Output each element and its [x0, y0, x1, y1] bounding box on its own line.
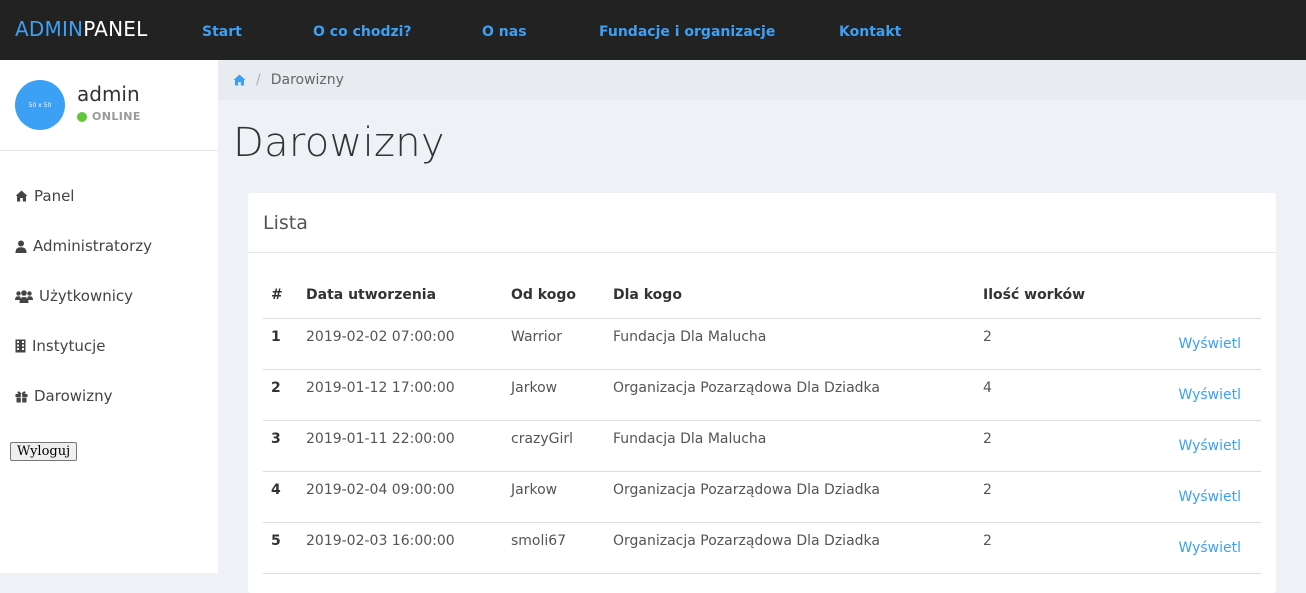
- cell-from: crazyGirl: [503, 420, 605, 472]
- sidebar-item-instytucje[interactable]: Instytucje: [15, 336, 106, 356]
- cell-date: 2019-01-12 17:00:00: [298, 369, 503, 421]
- cell-action: Wyświetl: [1125, 369, 1261, 421]
- sidebar-item-uzytkownicy[interactable]: Użytkownicy: [15, 286, 133, 306]
- view-link[interactable]: Wyświetl: [1178, 438, 1241, 454]
- cell-number: 2: [263, 369, 298, 421]
- nav-link-o-nas[interactable]: O nas: [482, 23, 527, 41]
- cell-action: Wyświetl: [1125, 318, 1261, 370]
- user-status: ONLINE: [77, 110, 141, 124]
- avatar: 50 x 50: [15, 80, 65, 130]
- table-row: 1 2019-02-02 07:00:00 Warrior Fundacja D…: [263, 318, 1261, 370]
- cell-to: Organizacja Pozarządowa Dla Dziadka: [605, 369, 975, 421]
- home-icon: [15, 190, 28, 202]
- cell-bags: 2: [975, 420, 1125, 472]
- cell-to: Fundacja Dla Malucha: [605, 318, 975, 370]
- view-link[interactable]: Wyświetl: [1178, 489, 1241, 505]
- cell-number: 1: [263, 318, 298, 370]
- breadcrumb: / Darowizny: [218, 60, 1306, 100]
- logout-button[interactable]: Wyloguj: [10, 442, 78, 461]
- nav-link-fundacje[interactable]: Fundacje i organizacje: [599, 23, 775, 41]
- breadcrumb-current: Darowizny: [270, 72, 344, 88]
- users-icon: [15, 289, 33, 303]
- user-name: admin: [77, 82, 140, 106]
- sidebar-item-label: Administratorzy: [33, 237, 153, 255]
- brand-part-panel: PANEL: [83, 17, 148, 41]
- cell-number: 4: [263, 471, 298, 523]
- sidebar-item-label: Użytkownicy: [39, 287, 134, 305]
- online-dot-icon: [77, 112, 87, 122]
- home-icon[interactable]: [233, 74, 246, 86]
- cell-from: Warrior: [503, 318, 605, 370]
- column-header-action: [1125, 273, 1261, 319]
- table-header-row: # Data utworzenia Od kogo Dla kogo Ilość…: [263, 273, 1261, 319]
- cell-to: Organizacja Pozarządowa Dla Dziadka: [605, 471, 975, 523]
- sidebar: 50 x 50 admin ONLINE Panel Administrator…: [0, 60, 218, 573]
- breadcrumb-separator: /: [256, 72, 261, 88]
- cell-action: Wyświetl: [1125, 522, 1261, 574]
- cell-date: 2019-01-11 22:00:00: [298, 420, 503, 472]
- cell-date: 2019-02-02 07:00:00: [298, 318, 503, 370]
- cell-bags: 2: [975, 318, 1125, 370]
- column-header-bags: Ilość worków: [975, 273, 1125, 319]
- cell-number: 5: [263, 522, 298, 574]
- brand-logo[interactable]: ADMINPANEL: [15, 17, 147, 41]
- nav-link-start[interactable]: Start: [202, 23, 242, 41]
- cell-from: Jarkow: [503, 369, 605, 421]
- card-title: Lista: [263, 212, 308, 234]
- view-link[interactable]: Wyświetl: [1178, 387, 1241, 403]
- page-title: Darowizny: [233, 120, 445, 166]
- sidebar-item-panel[interactable]: Panel: [15, 186, 74, 206]
- sidebar-item-label: Darowizny: [34, 387, 113, 405]
- view-link[interactable]: Wyświetl: [1178, 540, 1241, 556]
- cell-action: Wyświetl: [1125, 471, 1261, 523]
- sidebar-item-label: Instytucje: [32, 337, 106, 355]
- gift-icon: [15, 390, 28, 402]
- column-header-from: Od kogo: [503, 273, 605, 319]
- cell-action: Wyświetl: [1125, 420, 1261, 472]
- table-row: 2 2019-01-12 17:00:00 Jarkow Organizacja…: [263, 369, 1261, 421]
- cell-bags: 2: [975, 471, 1125, 523]
- column-header-number: #: [263, 273, 298, 319]
- cell-from: Jarkow: [503, 471, 605, 523]
- cell-bags: 2: [975, 522, 1125, 574]
- column-header-to: Dla kogo: [605, 273, 975, 319]
- donations-card: Lista # Data utworzenia Od kogo Dla kogo…: [248, 193, 1276, 593]
- cell-from: smoli67: [503, 522, 605, 574]
- table-row: 3 2019-01-11 22:00:00 crazyGirl Fundacja…: [263, 420, 1261, 472]
- sidebar-item-darowizny[interactable]: Darowizny: [15, 386, 112, 406]
- user-icon: [15, 240, 27, 253]
- sidebar-item-label: Panel: [34, 187, 75, 205]
- view-link[interactable]: Wyświetl: [1178, 336, 1241, 352]
- top-navbar: ADMINPANEL Start O co chodzi? O nas Fund…: [0, 0, 1306, 60]
- table-row: 4 2019-02-04 09:00:00 Jarkow Organizacja…: [263, 471, 1261, 523]
- card-divider: [248, 252, 1276, 253]
- user-status-label: ONLINE: [92, 110, 141, 123]
- cell-bags: 4: [975, 369, 1125, 421]
- sidebar-item-administratorzy[interactable]: Administratorzy: [15, 236, 152, 256]
- nav-link-kontakt[interactable]: Kontakt: [839, 23, 901, 41]
- table-row: 5 2019-02-03 16:00:00 smoli67 Organizacj…: [263, 522, 1261, 574]
- building-icon: [15, 339, 26, 353]
- cell-date: 2019-02-03 16:00:00: [298, 522, 503, 574]
- column-header-date: Data utworzenia: [298, 273, 503, 319]
- cell-number: 3: [263, 420, 298, 472]
- brand-part-admin: ADMIN: [15, 17, 84, 41]
- donations-table: # Data utworzenia Od kogo Dla kogo Ilość…: [263, 273, 1261, 574]
- nav-link-o-co-chodzi[interactable]: O co chodzi?: [313, 23, 412, 41]
- sidebar-divider: [0, 150, 218, 151]
- cell-to: Fundacja Dla Malucha: [605, 420, 975, 472]
- cell-date: 2019-02-04 09:00:00: [298, 471, 503, 523]
- cell-to: Organizacja Pozarządowa Dla Dziadka: [605, 522, 975, 574]
